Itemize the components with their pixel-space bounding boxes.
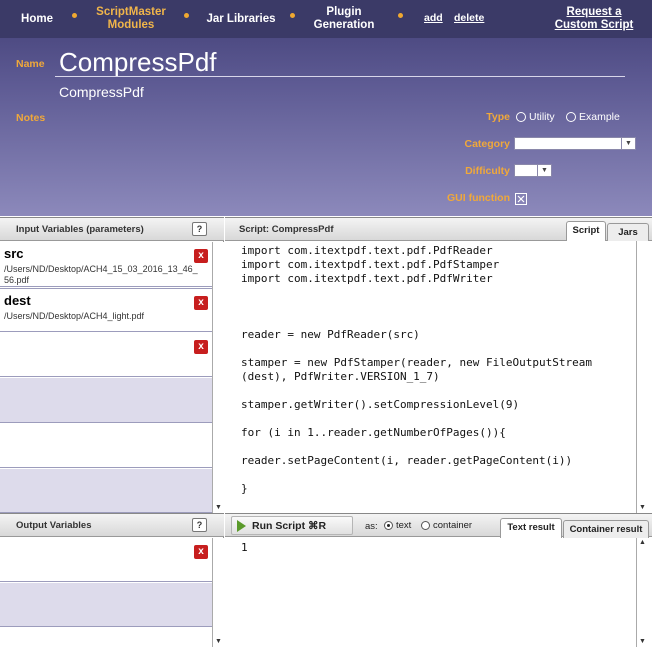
type-utility-radio[interactable]: Utility bbox=[516, 111, 555, 123]
tab-text-result[interactable]: Text result bbox=[500, 518, 562, 538]
top-nav: Home ScriptMaster Modules Jar Libraries P… bbox=[0, 0, 652, 38]
delete-link[interactable]: delete bbox=[454, 12, 484, 24]
nav-scriptmaster-modules[interactable]: ScriptMaster Modules bbox=[86, 0, 176, 38]
nav-separator-dot bbox=[398, 13, 403, 18]
input-variable-slot[interactable] bbox=[0, 378, 212, 423]
output-variables-title: Output Variables bbox=[16, 519, 92, 531]
difficulty-label: Difficulty bbox=[465, 165, 510, 177]
play-icon bbox=[237, 519, 246, 532]
nav-modules-label-1: ScriptMaster bbox=[96, 6, 166, 18]
variable-name: src bbox=[4, 246, 24, 261]
tab-container-result[interactable]: Container result bbox=[563, 520, 649, 538]
scroll-down-icon[interactable]: ▼ bbox=[213, 637, 224, 647]
output-variable-slot[interactable] bbox=[0, 628, 212, 647]
result-output[interactable]: 1 bbox=[225, 538, 636, 647]
module-subtitle: CompressPdf bbox=[59, 84, 144, 100]
variable-value: /Users/ND/Desktop/ACH4_light.pdf bbox=[4, 311, 145, 321]
type-utility-label: Utility bbox=[529, 111, 555, 123]
gui-function-checkbox[interactable] bbox=[515, 193, 527, 205]
request-label-1: Request a bbox=[566, 6, 622, 18]
run-script-label: Run Script ⌘R bbox=[252, 519, 327, 532]
nav-plugin-label-2: Generation bbox=[313, 19, 375, 31]
category-label: Category bbox=[464, 138, 510, 150]
request-custom-script-link[interactable]: Request a Custom Script bbox=[548, 6, 640, 32]
script-title: Script: CompressPdf bbox=[239, 223, 334, 235]
script-code[interactable]: import com.itextpdf.text.pdf.PdfReader i… bbox=[241, 244, 631, 496]
radio-selected-icon bbox=[384, 521, 393, 530]
input-variable-empty[interactable]: x bbox=[0, 333, 212, 377]
nav-modules-label-2: Modules bbox=[107, 19, 155, 31]
result-container-label: container bbox=[433, 520, 473, 531]
radio-circle-icon bbox=[421, 521, 430, 530]
result-as-label: as: bbox=[365, 521, 378, 532]
output-variable-slot[interactable] bbox=[0, 583, 212, 627]
tab-jars[interactable]: Jars bbox=[607, 223, 649, 241]
remove-variable-button[interactable]: x bbox=[194, 249, 208, 263]
input-variable-slot[interactable] bbox=[0, 469, 212, 513]
input-variables-title: Input Variables (parameters) bbox=[16, 223, 144, 235]
module-details: Name CompressPdf CompressPdf Notes Type … bbox=[0, 38, 652, 216]
scroll-up-icon[interactable]: ▲ bbox=[637, 538, 648, 548]
radio-circle-icon bbox=[566, 112, 576, 122]
variables-panel: Input Variables (parameters) ? src /User… bbox=[0, 217, 224, 647]
remove-variable-button[interactable]: x bbox=[194, 340, 208, 354]
variable-value: /Users/ND/Desktop/ACH4_15_03_2016_13_46_… bbox=[4, 264, 198, 285]
input-variables-scrollbar[interactable]: ▼ bbox=[212, 242, 224, 513]
result-scrollbar[interactable]: ▲ ▼ bbox=[636, 538, 648, 647]
nav-jar-libraries-label: Jar Libraries bbox=[206, 12, 276, 25]
result-text-radio[interactable]: text bbox=[384, 520, 411, 531]
variable-name: dest bbox=[4, 293, 31, 308]
request-label-2: Custom Script bbox=[554, 19, 634, 31]
scroll-down-icon[interactable]: ▼ bbox=[213, 503, 224, 513]
script-scrollbar[interactable]: ▼ bbox=[636, 241, 648, 513]
nav-separator-dot bbox=[184, 13, 189, 18]
chevron-down-icon: ▼ bbox=[621, 138, 635, 149]
input-variables-header: Input Variables (parameters) ? bbox=[0, 217, 224, 241]
nav-home-label: Home bbox=[21, 12, 53, 25]
tab-script[interactable]: Script bbox=[566, 221, 606, 241]
nav-plugin-generation[interactable]: Plugin Generation bbox=[304, 0, 384, 38]
scroll-down-icon[interactable]: ▼ bbox=[637, 637, 648, 647]
scroll-down-icon[interactable]: ▼ bbox=[637, 503, 648, 513]
difficulty-select[interactable]: ▼ bbox=[514, 164, 552, 177]
radio-circle-icon bbox=[516, 112, 526, 122]
result-text-label: text bbox=[396, 520, 412, 531]
result-text: 1 bbox=[241, 541, 248, 554]
script-editor[interactable]: import com.itextpdf.text.pdf.PdfReader i… bbox=[225, 241, 636, 513]
nav-jar-libraries[interactable]: Jar Libraries bbox=[198, 0, 284, 38]
gui-function-label: GUI function bbox=[447, 192, 510, 204]
type-example-radio[interactable]: Example bbox=[566, 111, 620, 123]
type-label: Type bbox=[486, 111, 510, 123]
chevron-down-icon: ▼ bbox=[537, 165, 551, 176]
checkbox-checked-icon bbox=[515, 193, 527, 205]
category-select[interactable]: ▼ bbox=[514, 137, 636, 150]
output-variable-slot[interactable]: x bbox=[0, 538, 212, 582]
output-variables-header: Output Variables ? bbox=[0, 513, 224, 537]
remove-variable-button[interactable]: x bbox=[194, 545, 208, 559]
nav-separator-dot bbox=[290, 13, 295, 18]
app-window: Home ScriptMaster Modules Jar Libraries P… bbox=[0, 0, 652, 647]
input-variable-dest[interactable]: dest /Users/ND/Desktop/ACH4_light.pdf x bbox=[0, 288, 212, 332]
result-container-radio[interactable]: container bbox=[421, 520, 472, 531]
output-variables-scrollbar[interactable]: ▼ bbox=[212, 538, 224, 647]
name-field[interactable]: CompressPdf bbox=[59, 47, 217, 78]
input-variable-slot[interactable] bbox=[0, 424, 212, 468]
output-help-button[interactable]: ? bbox=[192, 518, 207, 532]
nav-separator-dot bbox=[72, 13, 77, 18]
name-underline bbox=[55, 76, 625, 77]
type-example-label: Example bbox=[579, 111, 620, 123]
nav-plugin-label-1: Plugin bbox=[326, 6, 362, 18]
nav-home[interactable]: Home bbox=[10, 0, 64, 38]
add-link[interactable]: add bbox=[424, 12, 443, 24]
notes-label: Notes bbox=[16, 112, 46, 124]
name-label: Name bbox=[16, 58, 45, 70]
remove-variable-button[interactable]: x bbox=[194, 296, 208, 310]
input-help-button[interactable]: ? bbox=[192, 222, 207, 236]
run-script-button[interactable]: Run Script ⌘R bbox=[231, 516, 353, 535]
input-variable-src[interactable]: src /Users/ND/Desktop/ACH4_15_03_2016_13… bbox=[0, 242, 212, 287]
